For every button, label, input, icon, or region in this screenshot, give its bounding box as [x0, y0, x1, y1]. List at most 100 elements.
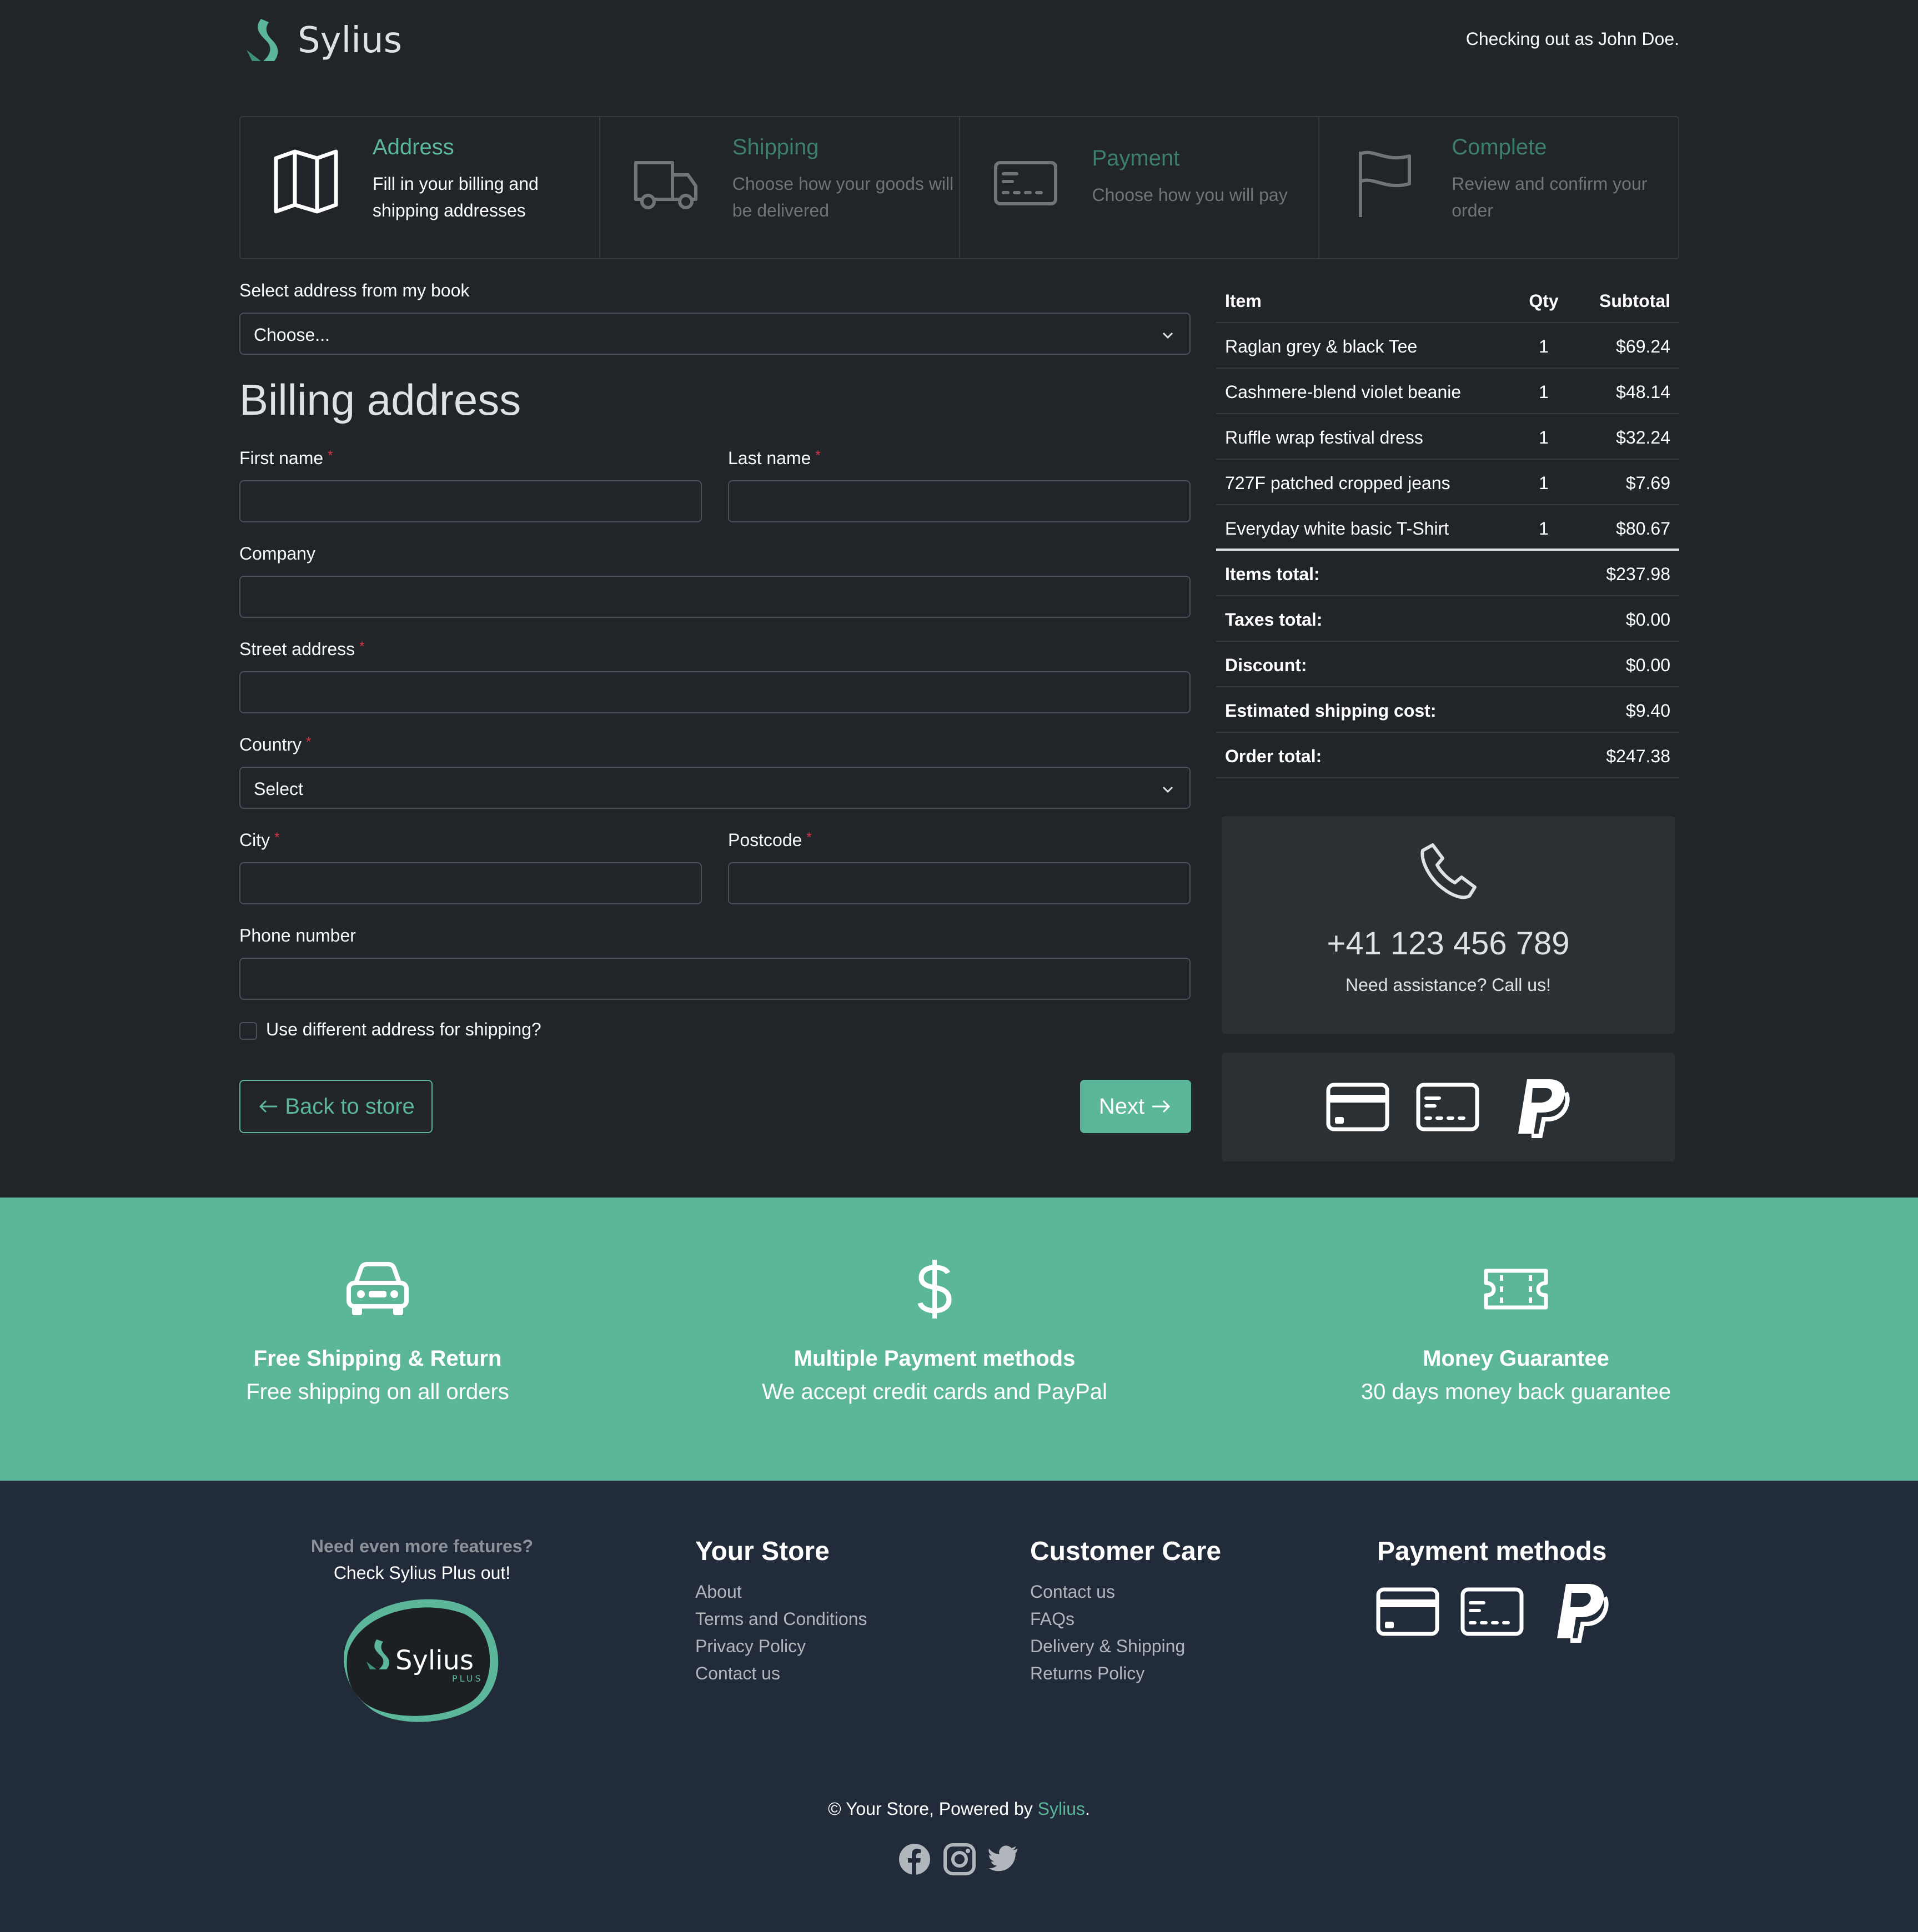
truck-icon [632, 146, 699, 218]
arrow-left-icon [259, 1100, 278, 1113]
footer-link-terms[interactable]: Terms and Conditions [695, 1606, 867, 1633]
different-shipping-label[interactable]: Use different address for shipping? [266, 1019, 541, 1040]
summary-item-row: Everyday white basic T-Shirt 1 $80.67 [1216, 505, 1679, 551]
phone-icon [1420, 843, 1477, 899]
footer-link-about[interactable]: About [695, 1578, 867, 1606]
item-name: Cashmere-blend violet beanie [1225, 382, 1462, 402]
checkout-page: Sylius Checking out as John Doe. Address… [0, 0, 1918, 1932]
first-name-field[interactable] [239, 480, 702, 522]
step-payment[interactable]: Payment Choose how you will pay [960, 117, 1320, 258]
chevron-down-icon [1162, 786, 1173, 793]
footer-link-delivery[interactable]: Delivery & Shipping [1030, 1633, 1185, 1660]
country-select[interactable]: Select [239, 767, 1191, 809]
facebook-icon[interactable] [898, 1843, 931, 1876]
summary-item-row: Ruffle wrap festival dress 1 $32.24 [1216, 414, 1679, 460]
dollar-icon [917, 1260, 952, 1319]
order-total-row: Order total: $247.38 [1216, 733, 1679, 778]
header-subtotal: Subtotal [1599, 291, 1670, 311]
map-icon [273, 146, 339, 218]
step-address[interactable]: Address Fill in your billing and shippin… [240, 117, 600, 258]
country-label: Country * [239, 734, 311, 755]
step-title: Address [373, 135, 454, 159]
company-field[interactable] [239, 576, 1191, 618]
postcode-field[interactable] [728, 862, 1191, 904]
label-text: Last name [728, 448, 811, 468]
chevron-down-icon [1162, 332, 1173, 339]
city-field[interactable] [239, 862, 702, 904]
feature-desc: Free shipping on all orders [246, 1380, 509, 1404]
required-mark: * [806, 830, 812, 845]
next-button[interactable]: Next [1080, 1080, 1191, 1133]
step-complete[interactable]: Complete Review and confirm your order [1319, 117, 1678, 258]
back-to-store-button[interactable]: Back to store [239, 1080, 433, 1133]
promo-logo-text: Sylius [395, 1645, 474, 1676]
item-subtotal: $48.14 [1616, 382, 1670, 402]
phone-label: Phone number [239, 925, 356, 945]
total-label: Discount: [1225, 655, 1307, 675]
label-text: Street address [239, 639, 355, 659]
step-title: Shipping [732, 135, 819, 159]
street-field[interactable] [239, 671, 1191, 713]
address-book-select[interactable]: Choose... [239, 313, 1191, 355]
label-text: Postcode [728, 830, 802, 850]
phone-field[interactable] [239, 958, 1191, 1000]
payment-card-icon [1416, 1083, 1479, 1131]
header-qty: Qty [1529, 291, 1559, 311]
paypal-icon [1557, 1584, 1609, 1643]
different-shipping-checkbox[interactable] [239, 1022, 257, 1040]
feature-title: Money Guarantee [1423, 1346, 1609, 1371]
sylius-plus-logo[interactable]: Sylius PLUS [331, 1592, 520, 1730]
total-value: $0.00 [1625, 655, 1670, 675]
item-name: Raglan grey & black Tee [1225, 336, 1418, 356]
credit-card-icon [1376, 1587, 1439, 1636]
address-book-value: Choose... [254, 325, 330, 345]
instagram-icon[interactable] [943, 1843, 976, 1876]
payment-icons-panel [1222, 1053, 1675, 1161]
step-desc: Fill in your billing and shipping addres… [373, 174, 539, 220]
required-mark: * [306, 734, 312, 749]
feature-title: Multiple Payment methods [794, 1346, 1076, 1371]
copyright-brand-link[interactable]: Sylius [1038, 1799, 1085, 1819]
step-shipping[interactable]: Shipping Choose how your goods will be d… [600, 117, 960, 258]
footer-link-privacy[interactable]: Privacy Policy [695, 1633, 867, 1660]
item-qty: 1 [1539, 427, 1549, 447]
step-desc: Choose how your goods will be delivered [732, 174, 954, 220]
address-book-label: Select address from my book [239, 280, 470, 300]
last-name-field[interactable] [728, 480, 1191, 522]
car-icon [347, 1262, 409, 1315]
item-qty: 1 [1539, 336, 1549, 356]
promo-question: Need even more features? [310, 1536, 534, 1556]
item-qty: 1 [1539, 473, 1549, 493]
promo-answer: Check Sylius Plus out! [333, 1563, 511, 1583]
arrow-right-icon [1152, 1100, 1171, 1113]
footer-link-contact-us[interactable]: Contact us [1030, 1578, 1185, 1606]
total-label: Order total: [1225, 746, 1322, 766]
total-label: Taxes total: [1225, 610, 1323, 630]
summary-item-row: Cashmere-blend violet beanie 1 $48.14 [1216, 369, 1679, 414]
footer-link-faqs[interactable]: FAQs [1030, 1606, 1185, 1633]
payment-methods-title: Payment methods [1377, 1537, 1607, 1566]
twitter-icon[interactable] [987, 1843, 1021, 1876]
summary-header-row: Item Qty Subtotal [1216, 278, 1679, 323]
footer-link-contact[interactable]: Contact us [695, 1660, 867, 1687]
step-desc: Choose how you will pay [1092, 185, 1288, 205]
item-qty: 1 [1539, 382, 1549, 402]
ticket-icon [1484, 1269, 1548, 1310]
footer-link-returns[interactable]: Returns Policy [1030, 1660, 1185, 1687]
taxes-total-row: Taxes total: $0.00 [1216, 596, 1679, 642]
item-subtotal: $69.24 [1616, 336, 1670, 356]
item-subtotal: $7.69 [1625, 473, 1670, 493]
total-label: Estimated shipping cost: [1225, 701, 1437, 721]
phone-number[interactable]: +41 123 456 789 [1222, 925, 1675, 962]
total-value: $237.98 [1606, 564, 1670, 584]
item-qty: 1 [1539, 519, 1549, 539]
required-mark: * [815, 448, 821, 463]
checking-out-text: Checking out as John Doe. [1465, 29, 1679, 49]
label-text: City [239, 830, 270, 850]
assistance-text: Need assistance? Call us! [1345, 975, 1551, 995]
label-text: First name [239, 448, 324, 468]
city-label: City * [239, 830, 279, 851]
order-summary: Item Qty Subtotal Raglan grey & black Te… [1216, 278, 1679, 778]
step-desc: Review and confirm your order [1452, 174, 1648, 220]
logo[interactable]: Sylius [244, 17, 402, 64]
